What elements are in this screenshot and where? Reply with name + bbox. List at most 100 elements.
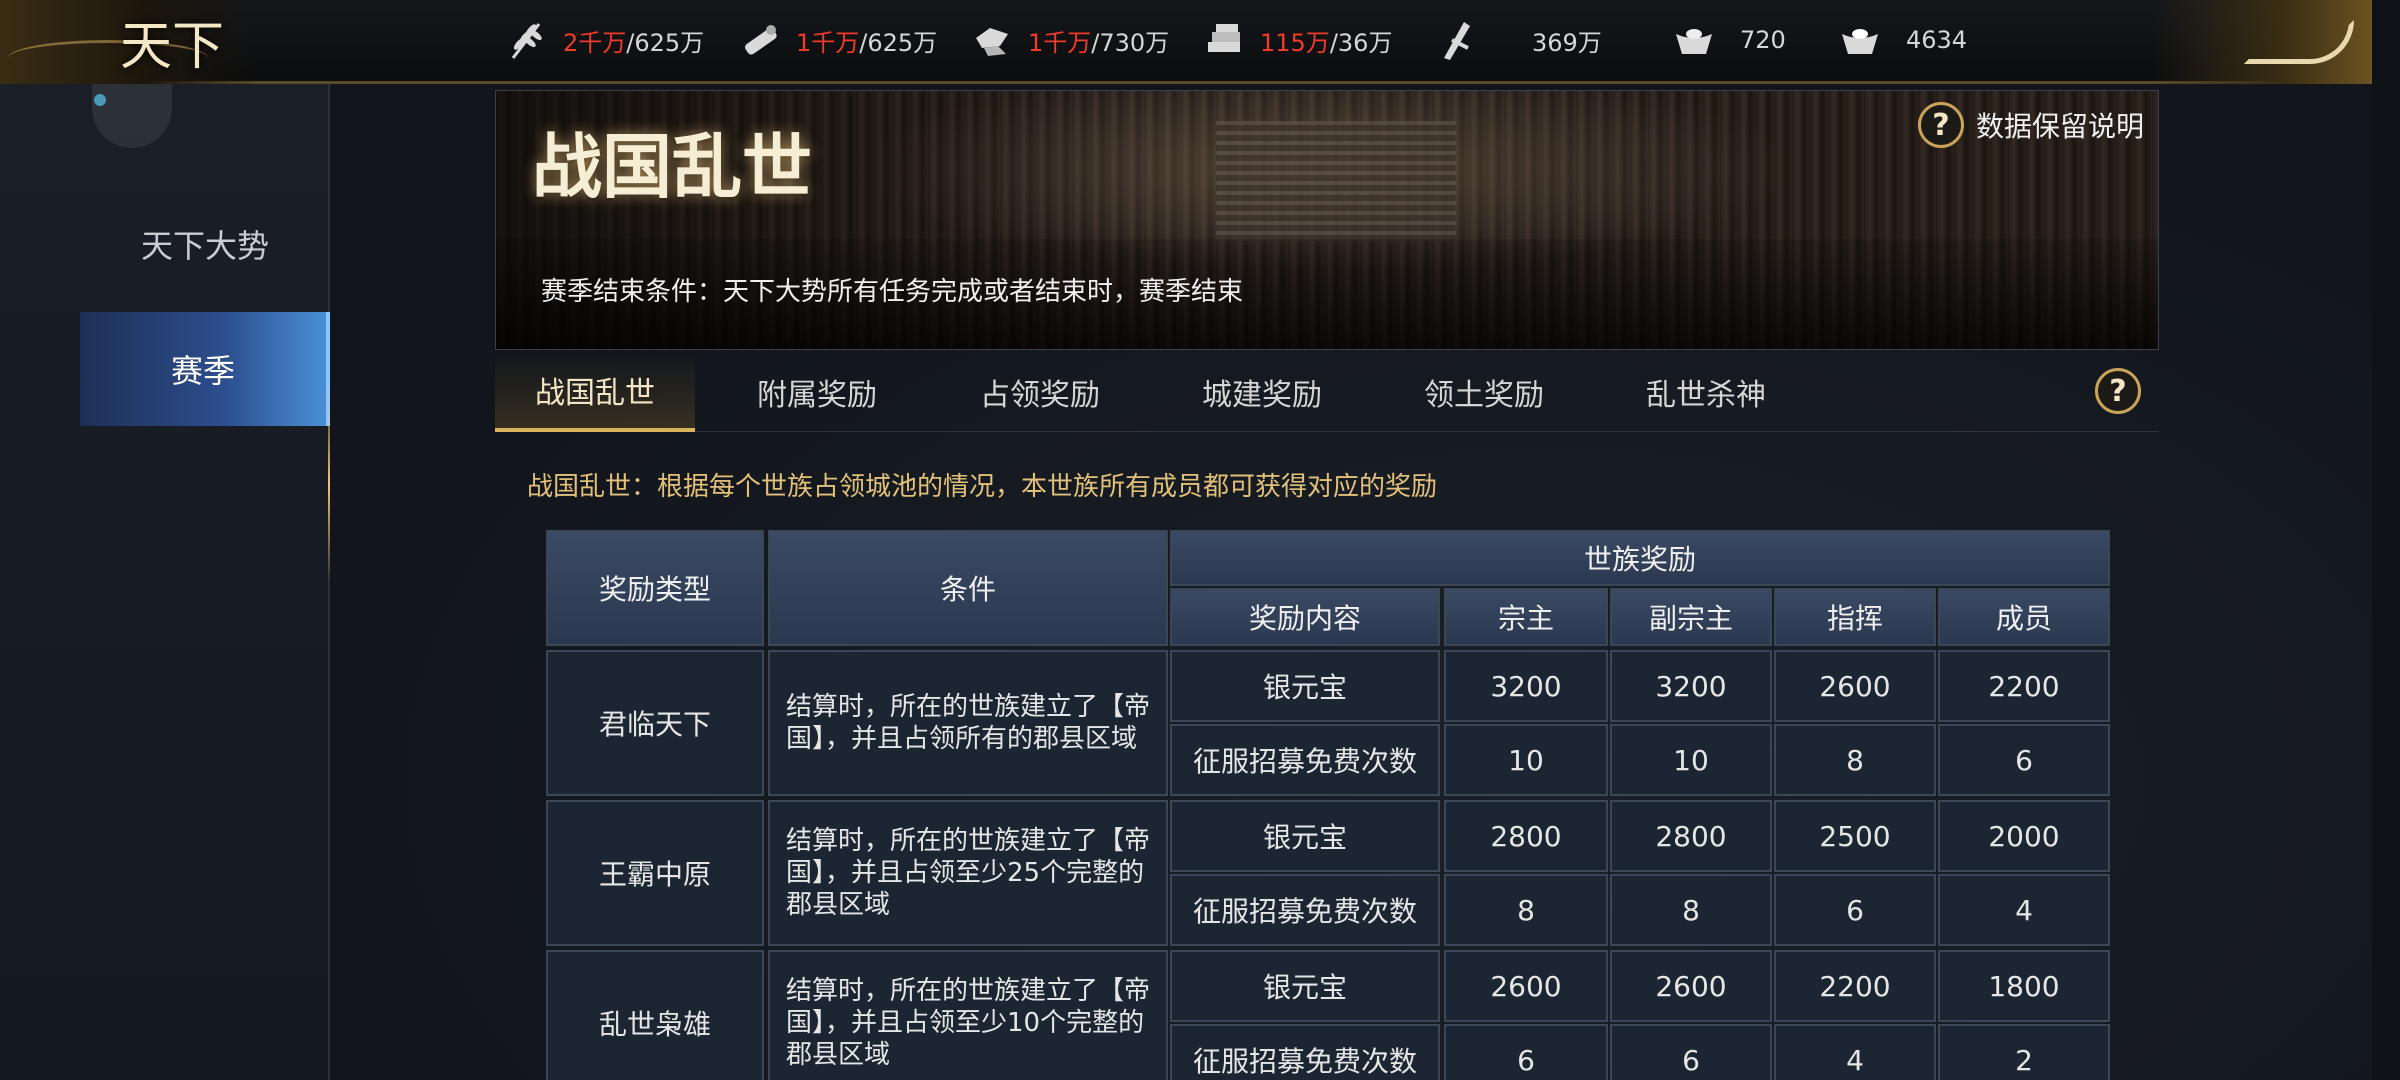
resource-gold-ingot[interactable]: 720 [1672, 18, 1786, 62]
reward-value: 2000 [1938, 800, 2110, 872]
header-role-member: 成员 [1938, 588, 2110, 646]
reward-value: 10 [1610, 724, 1772, 796]
tab-territory-reward[interactable]: 领土奖励 [1384, 352, 1584, 432]
banner-subtitle: 赛季结束条件：天下大势所有任务完成或者结束时，赛季结束 [541, 277, 1244, 307]
resource-current: 369万 [1532, 28, 1602, 57]
resource-current: 1千万 [796, 28, 860, 57]
reward-value: 6 [1444, 1024, 1608, 1080]
top-resource-bar: 天下 2千万/625万 1千万/625万 1千万/730万 115万/36万 3… [0, 0, 2372, 84]
main-content: 战国乱世 赛季结束条件：天下大势所有任务完成或者结束时，赛季结束 ? 数据保留说… [330, 84, 2372, 1080]
reward-value: 2200 [1774, 950, 1936, 1022]
resource-stone[interactable]: 1千万/730万 [970, 18, 1169, 62]
reward-item-name: 银元宝 [1170, 950, 1440, 1022]
resource-silver-ingot[interactable]: 4634 [1838, 18, 1967, 62]
sidebar-item-world-trend[interactable]: 天下大势 [80, 194, 330, 294]
reward-value: 4 [1938, 874, 2110, 946]
gold-ingot-icon [1672, 18, 1716, 62]
back-button[interactable] [2152, 0, 2372, 84]
tab-label: 占领奖励 [980, 378, 1100, 413]
resource-coin[interactable]: 369万 [1434, 18, 1602, 62]
iron-icon [1202, 18, 1246, 62]
reward-value: 3200 [1610, 650, 1772, 722]
reward-value: 8 [1610, 874, 1772, 946]
reward-value: 2600 [1774, 650, 1936, 722]
reward-value: 3200 [1444, 650, 1608, 722]
back-swirl-icon [2244, 20, 2354, 64]
reward-item-name: 征服招募免费次数 [1170, 1024, 1440, 1080]
reward-value: 10 [1444, 724, 1608, 796]
header-role-commander: 指挥 [1774, 588, 1936, 646]
reward-value: 2800 [1610, 800, 1772, 872]
row-condition: 结算时，所在的世族建立了【帝国】，并且占领所有的郡县区域 [768, 650, 1168, 796]
resource-current: 2千万 [563, 28, 627, 57]
tab-occupation-reward[interactable]: 占领奖励 [940, 352, 1140, 432]
header-clan-reward: 世族奖励 [1170, 530, 2110, 586]
info-button-label: 数据保留说明 [1975, 110, 2144, 143]
header-role-deputy: 副宗主 [1610, 588, 1772, 646]
reward-item-name: 银元宝 [1170, 800, 1440, 872]
reward-item-name: 征服招募免费次数 [1170, 874, 1440, 946]
resource-cap: /625万 [859, 28, 938, 57]
resource-cap: /36万 [1329, 28, 1393, 57]
game-logo[interactable]: 天下 [0, 0, 260, 84]
wheat-icon [505, 18, 549, 62]
row-reward-type: 乱世枭雄 [546, 950, 764, 1080]
silver-ingot-icon [1838, 18, 1882, 62]
resource-cap: /730万 [1091, 28, 1170, 57]
tab-chaos-slayer[interactable]: 乱世杀神 [1606, 352, 1806, 432]
resource-iron[interactable]: 115万/36万 [1202, 18, 1392, 62]
reward-value: 6 [1774, 874, 1936, 946]
reward-value: 1800 [1938, 950, 2110, 1022]
tabs-help-button[interactable]: ? [2095, 368, 2141, 414]
stone-icon [970, 18, 1014, 62]
sidebar: 天下大势 赛季 [0, 84, 332, 1080]
reward-value: 2500 [1774, 800, 1936, 872]
reward-description: 战国乱世：根据每个世族占领城池的情况，本世族所有成员都可获得对应的奖励 [527, 472, 1438, 502]
resource-current: 1千万 [1028, 28, 1092, 57]
reward-value: 2 [1938, 1024, 2110, 1080]
resource-current: 4634 [1906, 26, 1968, 54]
resource-wood[interactable]: 1千万/625万 [738, 18, 937, 62]
tab-label: 战国乱世 [535, 376, 655, 411]
reward-item-name: 银元宝 [1170, 650, 1440, 722]
sidebar-decoration [92, 84, 172, 148]
banner-title: 战国乱世 [532, 125, 812, 208]
tab-vassal-reward[interactable]: 附属奖励 [717, 352, 917, 432]
sidebar-item-season[interactable]: 赛季 [80, 312, 330, 426]
sidebar-item-label: 赛季 [170, 352, 235, 390]
reward-tabs: 战国乱世 附属奖励 占领奖励 城建奖励 领土奖励 乱世杀神 ? [495, 352, 2159, 432]
data-retention-info-button[interactable]: ? 数据保留说明 [1917, 101, 2144, 149]
tab-label: 城建奖励 [1202, 378, 1322, 413]
tab-warring-states[interactable]: 战国乱世 [495, 352, 695, 432]
tab-label: 附属奖励 [757, 378, 877, 413]
reward-value: 6 [1610, 1024, 1772, 1080]
question-icon: ? [2109, 373, 2127, 409]
row-condition: 结算时，所在的世族建立了【帝国】，并且占领至少10个完整的郡县区域 [768, 950, 1168, 1080]
row-reward-type: 君临天下 [546, 650, 764, 796]
tab-label: 领土奖励 [1424, 378, 1544, 413]
resource-current: 720 [1740, 26, 1786, 54]
header-condition: 条件 [768, 530, 1168, 646]
question-icon: ? [1917, 102, 1964, 148]
tab-construction-reward[interactable]: 城建奖励 [1162, 352, 1362, 432]
header-reward-type: 奖励类型 [546, 530, 764, 646]
sidebar-item-label: 天下大势 [140, 227, 269, 265]
reward-value: 2600 [1610, 950, 1772, 1022]
reward-value: 2800 [1444, 800, 1608, 872]
reward-value: 2200 [1938, 650, 2110, 722]
reward-value: 6 [1938, 724, 2110, 796]
resource-wheat[interactable]: 2千万/625万 [505, 18, 704, 62]
row-reward-type: 王霸中原 [546, 800, 764, 946]
header-reward-content: 奖励内容 [1170, 588, 1440, 646]
reward-item-name: 征服招募免费次数 [1170, 724, 1440, 796]
reward-value: 8 [1774, 724, 1936, 796]
logo-text: 天下 [120, 17, 225, 77]
row-condition: 结算时，所在的世族建立了【帝国】，并且占领至少25个完整的郡县区域 [768, 800, 1168, 946]
header-role-leader: 宗主 [1444, 588, 1608, 646]
reward-value: 8 [1444, 874, 1608, 946]
resource-current: 115万 [1260, 28, 1330, 57]
reward-value: 4 [1774, 1024, 1936, 1080]
wood-icon [738, 18, 782, 62]
coin-icon [1434, 18, 1478, 62]
resource-cap: /625万 [626, 28, 705, 57]
